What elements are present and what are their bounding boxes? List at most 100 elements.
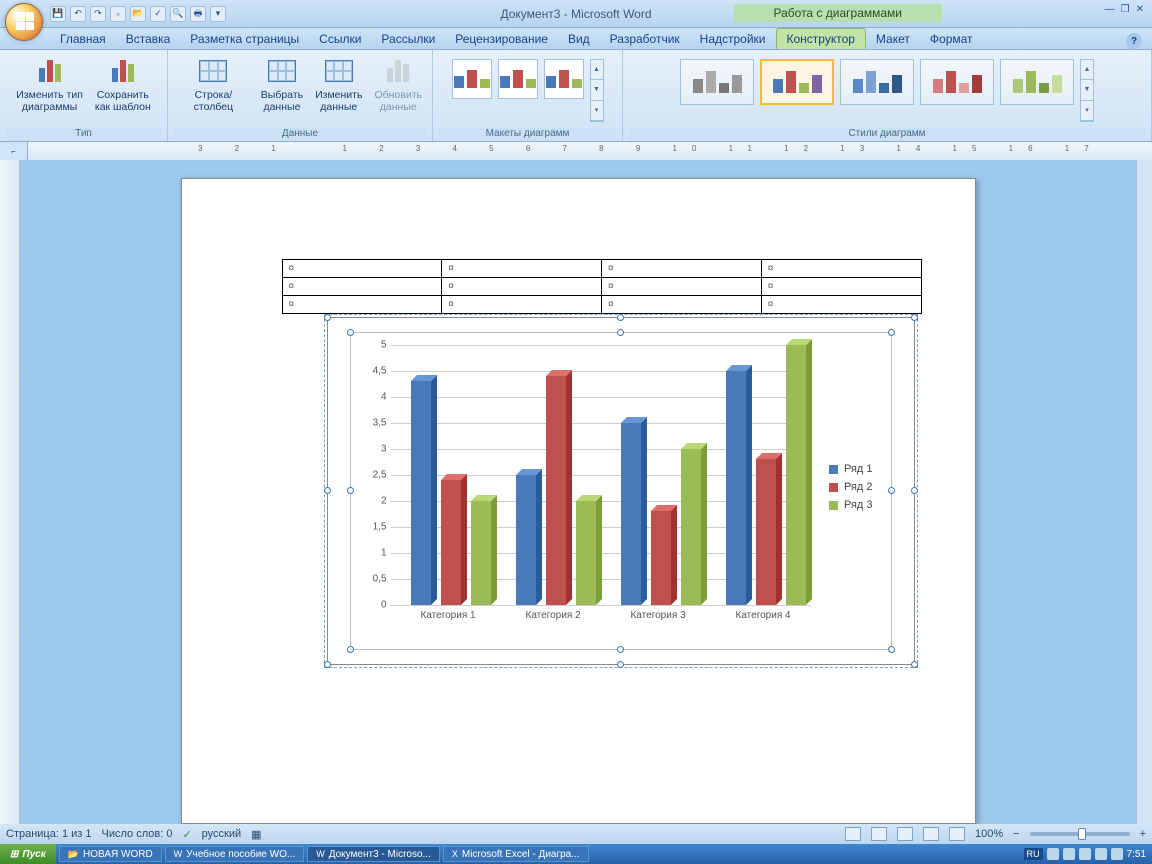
help-icon[interactable]: ? [1126, 33, 1142, 49]
ruler-area: ⌐ 3 2 1 1 2 3 4 5 6 7 8 9 10 11 12 13 14… [0, 142, 1152, 160]
tray-icon[interactable] [1079, 848, 1091, 860]
status-words[interactable]: Число слов: 0 [102, 828, 173, 840]
taskbar-item[interactable]: WУчебное пособие WO... [165, 846, 305, 862]
macro-icon[interactable]: ▦ [251, 828, 261, 841]
tab-format[interactable]: Формат [920, 29, 983, 49]
resize-handle[interactable] [347, 487, 354, 494]
clock[interactable]: 7:51 [1127, 849, 1146, 860]
resize-handle[interactable] [617, 329, 624, 336]
group-type-label: Тип [6, 128, 161, 141]
zoom-slider[interactable] [1030, 832, 1130, 836]
ribbon-tabs: Главная Вставка Разметка страницы Ссылки… [0, 28, 1152, 50]
zoom-out-icon[interactable]: − [1013, 828, 1019, 840]
edit-data-button[interactable]: Изменить данные [311, 53, 366, 115]
group-layouts: ▲▼▾ Макеты диаграмм [433, 50, 623, 141]
resize-handle[interactable] [324, 314, 331, 321]
chart-style-1[interactable] [680, 59, 754, 105]
tab-design[interactable]: Конструктор [776, 28, 866, 49]
save-icon[interactable]: 💾 [50, 6, 66, 22]
chart-layout-2[interactable] [498, 59, 538, 99]
qat-dropdown-icon[interactable]: ▾ [210, 6, 226, 22]
chart-layout-3[interactable] [544, 59, 584, 99]
ruler-corner-icon[interactable]: ⌐ [0, 142, 28, 160]
resize-handle[interactable] [347, 646, 354, 653]
resize-handle[interactable] [324, 487, 331, 494]
vertical-ruler[interactable] [0, 160, 20, 824]
document-table[interactable]: ¤¤¤¤ ¤¤¤¤ ¤¤¤¤ [282, 259, 922, 314]
chart-style-3[interactable] [840, 59, 914, 105]
tray-icon[interactable] [1047, 848, 1059, 860]
layouts-scroll[interactable]: ▲▼▾ [590, 59, 604, 122]
styles-scroll[interactable]: ▲▼▾ [1080, 59, 1094, 122]
status-language[interactable]: русский [202, 828, 241, 840]
resize-handle[interactable] [324, 661, 331, 668]
ribbon: Изменить тип диаграммы Сохранить как шаб… [0, 50, 1152, 142]
resize-handle[interactable] [617, 661, 624, 668]
open-icon[interactable]: 📂 [130, 6, 146, 22]
tab-pagelayout[interactable]: Разметка страницы [180, 29, 309, 49]
group-data: Строка/столбец Выбрать данные Изменить д… [168, 50, 433, 141]
resize-handle[interactable] [888, 329, 895, 336]
close-button[interactable]: ✕ [1136, 4, 1144, 15]
minimize-button[interactable]: — [1105, 4, 1115, 15]
group-data-label: Данные [174, 128, 426, 141]
restore-button[interactable]: ❐ [1121, 4, 1130, 15]
resize-handle[interactable] [911, 661, 918, 668]
chart-layout-1[interactable] [452, 59, 492, 99]
switch-rowcol-button[interactable]: Строка/столбец [174, 53, 253, 115]
tab-layout[interactable]: Макет [866, 29, 920, 49]
tray-icon[interactable] [1063, 848, 1075, 860]
horizontal-ruler[interactable]: 3 2 1 1 2 3 4 5 6 7 8 9 10 11 12 13 14 1… [28, 142, 1152, 160]
chart-plot-area[interactable]: 00,511,522,533,544,55Категория 1Категори… [350, 332, 892, 650]
zoom-level[interactable]: 100% [975, 828, 1003, 840]
tray-icon[interactable] [1095, 848, 1107, 860]
view-print-icon[interactable] [845, 827, 861, 841]
resize-handle[interactable] [617, 314, 624, 321]
proofing-icon[interactable]: ✓ [182, 828, 191, 841]
tab-addons[interactable]: Надстройки [690, 29, 776, 49]
chart-style-2[interactable] [760, 59, 834, 105]
view-web-icon[interactable] [897, 827, 913, 841]
office-button[interactable] [5, 3, 43, 41]
document-area[interactable]: ¤¤¤¤ ¤¤¤¤ ¤¤¤¤ 00,511,522,533,544,55Кате… [20, 160, 1136, 824]
resize-handle[interactable] [888, 646, 895, 653]
taskbar-item[interactable]: XMicrosoft Excel - Диагра... [443, 846, 589, 862]
lang-indicator[interactable]: RU [1024, 848, 1043, 860]
chart-style-4[interactable] [920, 59, 994, 105]
resize-handle[interactable] [617, 646, 624, 653]
select-data-button[interactable]: Выбрать данные [257, 53, 307, 115]
print-icon[interactable]: 🖶 [190, 6, 206, 22]
zoom-in-icon[interactable]: + [1140, 828, 1146, 840]
tab-mailings[interactable]: Рассылки [371, 29, 445, 49]
resize-handle[interactable] [888, 487, 895, 494]
vertical-scrollbar[interactable] [1136, 160, 1152, 824]
spellcheck-icon[interactable]: ✓ [150, 6, 166, 22]
resize-handle[interactable] [911, 314, 918, 321]
chart-legend[interactable]: Ряд 1Ряд 2Ряд 3 [829, 463, 873, 517]
chart-style-5[interactable] [1000, 59, 1074, 105]
print-preview-icon[interactable]: 🔍 [170, 6, 186, 22]
start-button[interactable]: ⊞Пуск [0, 844, 56, 864]
view-outline-icon[interactable] [923, 827, 939, 841]
status-page[interactable]: Страница: 1 из 1 [6, 828, 92, 840]
tab-insert[interactable]: Вставка [116, 29, 181, 49]
redo-icon[interactable]: ↷ [90, 6, 106, 22]
tray-icon[interactable] [1111, 848, 1123, 860]
chart-object[interactable]: 00,511,522,533,544,55Категория 1Категори… [327, 317, 915, 665]
resize-handle[interactable] [347, 329, 354, 336]
save-as-template-button[interactable]: Сохранить как шаблон [91, 53, 155, 115]
new-icon[interactable]: ▫ [110, 6, 126, 22]
tab-review[interactable]: Рецензирование [445, 29, 558, 49]
tab-view[interactable]: Вид [558, 29, 600, 49]
tab-references[interactable]: Ссылки [309, 29, 371, 49]
undo-icon[interactable]: ↶ [70, 6, 86, 22]
window-title: Документ3 - Microsoft Word [500, 7, 651, 21]
resize-handle[interactable] [911, 487, 918, 494]
view-reading-icon[interactable] [871, 827, 887, 841]
change-chart-type-button[interactable]: Изменить тип диаграммы [12, 53, 87, 115]
taskbar-item[interactable]: 📂НОВАЯ WORD [59, 846, 162, 862]
taskbar-item[interactable]: WДокумент3 - Microso... [307, 846, 440, 862]
view-draft-icon[interactable] [949, 827, 965, 841]
tab-developer[interactable]: Разработчик [600, 29, 690, 49]
tab-home[interactable]: Главная [50, 29, 116, 49]
